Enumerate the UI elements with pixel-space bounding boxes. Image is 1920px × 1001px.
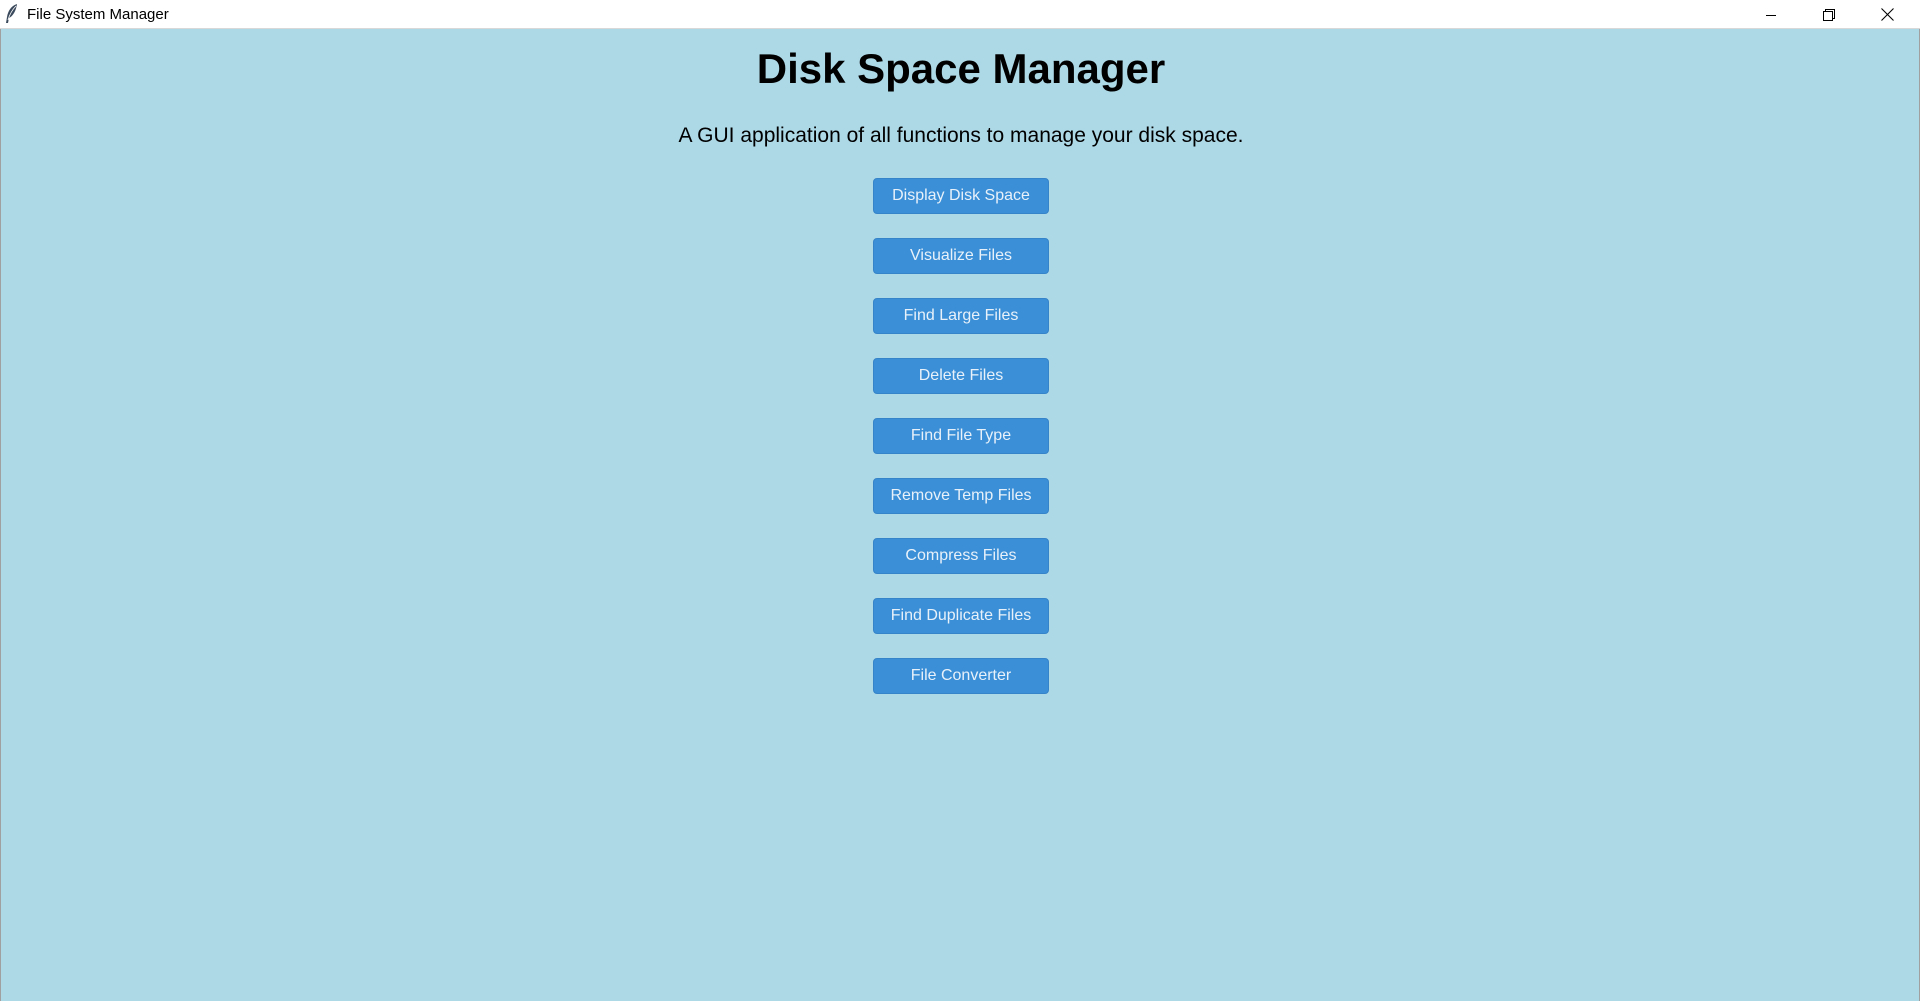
action-button-list: Display Disk Space Visualize Files Find … xyxy=(873,178,1049,718)
restore-icon xyxy=(1823,8,1835,21)
delete-files-button[interactable]: Delete Files xyxy=(873,358,1049,394)
main-panel: Disk Space Manager A GUI application of … xyxy=(0,29,1920,1001)
remove-temp-files-button[interactable]: Remove Temp Files xyxy=(873,478,1049,514)
compress-files-button[interactable]: Compress Files xyxy=(873,538,1049,574)
close-button[interactable] xyxy=(1858,0,1916,29)
find-large-files-button[interactable]: Find Large Files xyxy=(873,298,1049,334)
title-bar[interactable]: File System Manager xyxy=(0,0,1920,29)
page-subtitle: A GUI application of all functions to ma… xyxy=(678,124,1244,147)
display-disk-space-button[interactable]: Display Disk Space xyxy=(873,178,1049,214)
minimize-icon xyxy=(1765,9,1777,21)
feather-icon xyxy=(4,3,20,25)
window-title: File System Manager xyxy=(27,6,169,23)
close-icon xyxy=(1880,8,1894,21)
minimize-button[interactable] xyxy=(1742,0,1800,29)
find-file-type-button[interactable]: Find File Type xyxy=(873,418,1049,454)
find-duplicate-files-button[interactable]: Find Duplicate Files xyxy=(873,598,1049,634)
visualize-files-button[interactable]: Visualize Files xyxy=(873,238,1049,274)
restore-button[interactable] xyxy=(1800,0,1858,29)
app-window: File System Manager Disk Space Manager A… xyxy=(0,0,1920,1001)
page-title: Disk Space Manager xyxy=(756,45,1166,92)
file-converter-button[interactable]: File Converter xyxy=(873,658,1049,694)
